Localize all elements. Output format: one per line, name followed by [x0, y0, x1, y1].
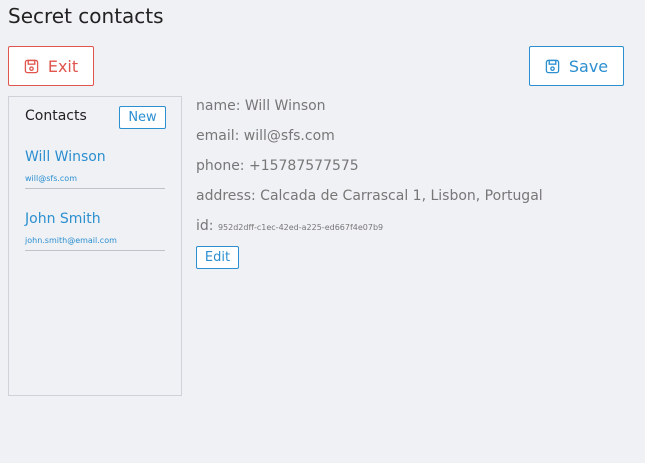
exit-button[interactable]: Exit	[8, 46, 94, 86]
detail-value: will@sfs.com	[243, 128, 335, 144]
detail-id: id: 952d2dff-c1ec-42ed-a225-ed667f4e07b9	[196, 218, 383, 234]
contact-list-item[interactable]: John Smith john.smith@email.com	[25, 210, 165, 251]
save-icon	[24, 59, 39, 74]
contact-name: John Smith	[25, 211, 101, 227]
save-button[interactable]: Save	[529, 46, 624, 86]
detail-label: address:	[196, 188, 256, 204]
new-contact-button[interactable]: New	[119, 106, 166, 129]
contact-list-item[interactable]: Will Winson will@sfs.com	[25, 148, 165, 189]
save-icon	[545, 59, 560, 74]
edit-button[interactable]: Edit	[196, 246, 239, 269]
detail-value: 952d2dff-c1ec-42ed-a225-ed667f4e07b9	[217, 223, 384, 232]
detail-value: Will Winson	[244, 98, 326, 114]
detail-address: address: Calcada de Carrascal 1, Lisbon,…	[196, 188, 543, 204]
exit-button-label: Exit	[47, 56, 79, 76]
save-button-label: Save	[568, 56, 609, 76]
detail-value: +15787577575	[248, 158, 359, 174]
contact-email: will@sfs.com	[25, 174, 77, 183]
page-title: Secret contacts	[8, 4, 164, 28]
detail-label: id:	[196, 218, 214, 234]
app-page: Secret contacts Exit Save Contacts New W…	[0, 0, 645, 463]
contacts-sidebar: Contacts New Will Winson will@sfs.com Jo…	[8, 96, 182, 396]
detail-phone: phone: +15787577575	[196, 158, 359, 174]
detail-email: email: will@sfs.com	[196, 128, 335, 144]
contact-email: john.smith@email.com	[25, 236, 117, 245]
detail-label: phone:	[196, 158, 245, 174]
detail-value: Calcada de Carrascal 1, Lisbon, Portugal	[260, 188, 543, 204]
detail-label: name:	[196, 98, 241, 114]
contacts-header: Contacts	[25, 108, 87, 124]
detail-name: name: Will Winson	[196, 98, 326, 114]
detail-label: email:	[196, 128, 240, 144]
contact-name: Will Winson	[25, 149, 106, 165]
